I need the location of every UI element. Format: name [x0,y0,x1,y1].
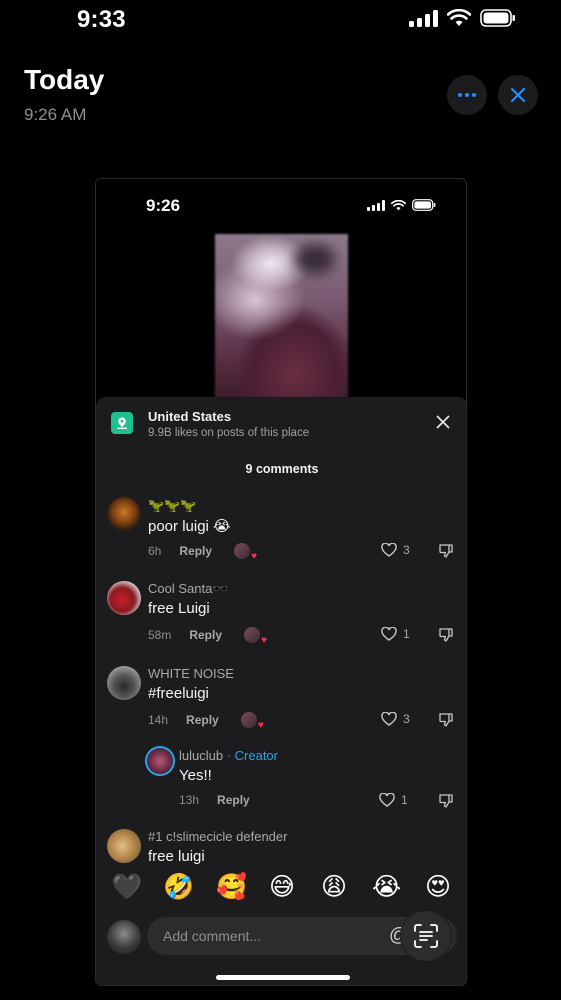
heart-outline-icon [379,793,395,807]
comment-text: free Luigi [148,600,210,617]
comment-text: poor luigi 😭 [148,518,231,535]
creator-avatar[interactable] [145,746,175,776]
comment-item: Cool Santa🕶️ free Luigi 58m Reply ♥ 1 [96,581,466,661]
inner-battery-icon [412,199,436,211]
heart-icon: ♥ [261,635,268,646]
status-icons [409,9,516,27]
reply-item: luluclub · Creator Yes!! 13h Reply 1 [96,746,466,826]
quick-emoji-row: 🖤 🤣 🥰 😅 😩 😭 😍 [96,873,466,909]
video-thumbnail[interactable] [215,234,348,398]
inner-status-bar: 9:26 [96,179,466,231]
like-button[interactable]: 1 [379,793,408,807]
location-subtitle: 9.9B likes on posts of this place [148,427,310,439]
avatar[interactable] [107,829,141,863]
comment-item: #1 c!slimecicle defender free luigi [96,827,466,871]
dislike-icon[interactable] [438,793,454,809]
emoji-smiling-hearts[interactable]: 🥰 [216,873,247,901]
screenshot-preview[interactable]: 9:26 United States 9.9B likes on posts o… [95,178,467,986]
battery-icon [480,9,515,27]
comment-count: 9 comments [245,462,319,476]
dislike-icon[interactable] [438,712,454,728]
comment-author[interactable]: 🦖🦖🦖 [148,498,197,514]
reply-author-name: luluclub [179,748,224,763]
more-options-button[interactable] [447,75,487,115]
comments-sheet: United States 9.9B likes on posts of thi… [96,397,466,985]
like-button[interactable]: 1 [381,627,410,641]
emoji-loudly-crying[interactable]: 😭 [372,873,401,901]
comment-author[interactable]: Cool Santa🕶️ [148,581,229,597]
emoji-black-heart[interactable]: 🖤 [111,873,142,901]
status-bar: 9:33 [0,0,561,44]
comment-age: 58m [148,628,172,642]
home-indicator [216,975,350,980]
dislike-icon[interactable] [438,627,454,643]
comment-input[interactable] [163,917,383,955]
comment-meta: 58m Reply ♥ [148,627,267,646]
comment-text: #freeluigi [148,685,209,702]
close-button[interactable] [498,75,538,115]
creator-liked-badge: ♥ [234,543,257,562]
dislike-icon[interactable] [438,543,454,559]
heart-outline-icon [381,712,397,726]
like-count: 1 [401,793,408,807]
ellipsis-icon [458,93,476,97]
avatar[interactable] [107,497,141,531]
like-count: 1 [403,627,410,641]
heart-outline-icon [381,627,397,641]
inner-status-icons [367,199,436,211]
wifi-icon [447,9,471,26]
reply-author[interactable]: luluclub · Creator [179,748,278,763]
comment-age: 14h [148,713,169,727]
reply-meta: 13h Reply [179,793,250,807]
heart-outline-icon [381,543,397,557]
like-button[interactable]: 3 [381,712,410,726]
reply-button[interactable]: Reply [189,628,222,642]
comment-item: WHITE NOISE #freeluigi 14h Reply ♥ 3 [96,666,466,746]
user-avatar[interactable] [107,920,141,954]
emoji-heart-eyes[interactable]: 😍 [424,873,452,901]
like-count: 3 [403,543,410,557]
comment-meta: 6h Reply ♥ [148,543,257,562]
inner-cellular-signal-icon [367,199,385,211]
reply-text: Yes!! [179,767,212,784]
comment-text: free luigi [148,848,205,865]
status-time: 9:33 [77,6,126,33]
comment-meta: 14h Reply ♥ [148,712,264,731]
page-title: Today [24,64,105,95]
like-button[interactable]: 3 [381,543,410,557]
inner-wifi-icon [391,199,406,210]
location-title[interactable]: United States [148,409,231,424]
like-count: 3 [403,712,410,726]
cellular-signal-icon [409,9,438,27]
creator-liked-badge: ♥ [240,712,264,731]
comment-item: 🦖🦖🦖 poor luigi 😭 6h Reply ♥ 3 [96,495,466,575]
reply-button[interactable]: Reply [179,544,212,558]
close-icon [510,87,526,103]
creator-liked-badge: ♥ [244,627,267,646]
reply-button[interactable]: Reply [186,713,219,727]
emoji-sweat-smile[interactable]: 😅 [268,873,296,901]
avatar[interactable] [107,581,141,615]
sheet-close-icon[interactable] [435,414,451,430]
reply-age: 13h [179,793,200,807]
heart-icon: ♥ [251,551,258,562]
emoji-rofl[interactable]: 🤣 [163,873,194,901]
page-subtitle-time: 9:26 AM [24,105,87,124]
comment-age: 6h [148,544,162,558]
inner-status-time: 9:26 [146,196,181,215]
live-text-scan-button[interactable] [401,911,451,961]
creator-tag: · Creator [223,748,278,763]
avatar[interactable] [107,666,141,700]
heart-icon: ♥ [257,720,264,731]
video-blur-shade [295,244,335,274]
comment-author[interactable]: WHITE NOISE [148,666,234,681]
text-scan-icon [414,924,438,948]
comment-author[interactable]: #1 c!slimecicle defender [148,829,287,844]
location-pin-icon [111,412,133,434]
emoji-weary[interactable]: 😩 [320,873,348,901]
reply-button[interactable]: Reply [217,793,250,807]
